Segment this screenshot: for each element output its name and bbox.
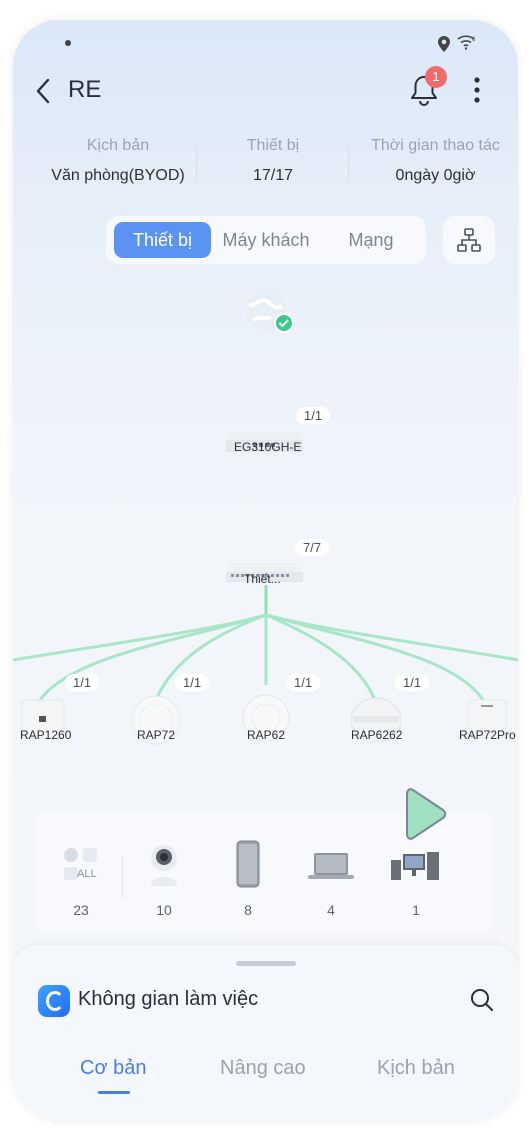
notification-badge: 1 — [425, 66, 447, 88]
workspace-title: Không gian làm việc — [78, 988, 259, 1010]
stat-value: 17/17 — [252, 167, 294, 184]
view-segment-control: Thiết bị Máy khách Mạng — [106, 216, 426, 264]
stat-uptime: Thời gian thao tác 0ngày 0giờ — [353, 137, 518, 185]
segment-devices[interactable]: Thiết bị — [114, 222, 211, 258]
stat-devices: Thiết bị 17/17 — [213, 137, 333, 185]
workspace-logo-icon — [38, 985, 70, 1017]
active-tab-indicator — [98, 1091, 130, 1094]
location-icon — [438, 36, 450, 52]
stat-label: Thiết bị — [246, 137, 300, 154]
ap-name: RAP72Pro — [459, 728, 516, 742]
switch-ratio: 7/7 — [295, 539, 330, 556]
wifi-icon: 6 — [457, 35, 476, 50]
link-ap-far-right — [265, 613, 518, 662]
status-bar: 6 — [13, 20, 518, 68]
switch-name: Thiết... — [244, 572, 281, 586]
ap-ratio: 1/1 — [395, 674, 430, 691]
tab-basic[interactable]: Cơ bản — [80, 1057, 146, 1080]
ap-ratio: 1/1 — [65, 674, 100, 691]
link-ap-far-left — [13, 613, 267, 662]
ap-name: RAP62 — [247, 728, 286, 742]
all-clients-icon[interactable]: ALL — [61, 846, 101, 882]
ap-name: RAP6262 — [351, 728, 403, 742]
search-icon[interactable] — [470, 988, 494, 1012]
stat-divider — [348, 142, 349, 182]
svg-text:ALL: ALL — [77, 868, 97, 880]
gateway-ratio: 1/1 — [296, 407, 331, 424]
page-title: RE — [68, 76, 102, 103]
ap-ratio: 1/1 — [286, 674, 321, 691]
stat-divider — [196, 142, 197, 182]
ap-name: RAP72 — [137, 728, 176, 742]
client-count-other: 1 — [412, 902, 420, 918]
svg-text:6: 6 — [472, 37, 476, 43]
camera-icon[interactable] — [148, 844, 180, 886]
stat-scenario: Kịch bản Văn phòng(BYOD) — [38, 137, 198, 185]
stat-label: Thời gian thao tác — [371, 137, 500, 154]
client-count-all: 23 — [73, 902, 89, 918]
workspace-panel: Không gian làm việc Cơ bản Nâng cao Kịch… — [13, 945, 518, 1120]
stat-value: 0ngày 0giờ — [395, 167, 476, 184]
laptop-icon[interactable] — [308, 852, 354, 880]
play-guide-icon[interactable] — [401, 788, 449, 840]
client-count-laptop: 4 — [327, 902, 335, 918]
ap-ratio: 1/1 — [175, 674, 210, 691]
more-options-icon[interactable] — [473, 76, 481, 104]
phone-screen: 6 RE 1 Kịch bản Văn phòng(BYOD) Thiết bị… — [13, 20, 518, 1120]
tab-scenario[interactable]: Kịch bản — [377, 1057, 455, 1080]
client-count-camera: 10 — [156, 902, 172, 918]
back-icon[interactable] — [35, 78, 51, 104]
phone-icon[interactable] — [236, 840, 260, 888]
gateway-name: EG310GH-E — [234, 440, 302, 454]
client-count-phone: 8 — [244, 902, 252, 918]
stat-value: Văn phòng(BYOD) — [51, 167, 185, 184]
segment-clients[interactable]: Máy khách — [214, 222, 318, 258]
camera-dot — [65, 40, 71, 46]
drag-handle[interactable] — [236, 961, 296, 966]
topology-view-button[interactable] — [443, 216, 495, 264]
devices-icon[interactable] — [391, 850, 441, 882]
app-bar: RE 1 — [13, 66, 518, 112]
segment-network[interactable]: Mạng — [322, 222, 420, 258]
tab-advanced[interactable]: Nâng cao — [220, 1057, 306, 1080]
topology-icon — [457, 228, 481, 252]
client-divider — [122, 856, 123, 898]
internet-globe-icon — [246, 290, 294, 333]
ap-name: RAP1260 — [20, 728, 72, 742]
stat-label: Kịch bản — [86, 137, 150, 154]
